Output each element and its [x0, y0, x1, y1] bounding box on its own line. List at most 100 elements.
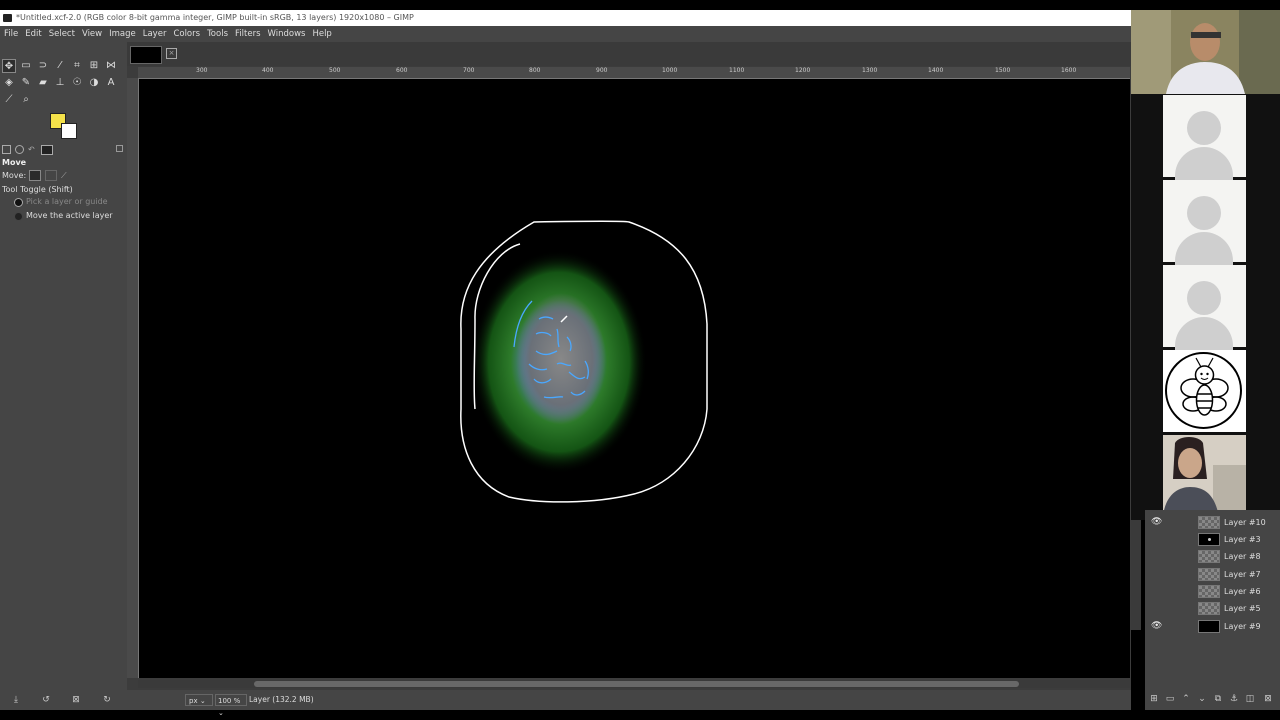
undo-history-tab-icon[interactable]: ↶ — [28, 145, 37, 154]
participant-avatar-tile[interactable] — [1163, 265, 1246, 351]
menu-windows[interactable]: Windows — [264, 26, 309, 42]
menu-edit[interactable]: Edit — [21, 26, 44, 42]
tool-options-tab-icon[interactable] — [2, 145, 11, 154]
layer-thumbnail — [1198, 602, 1220, 615]
move-selection-mode-icon[interactable] — [45, 170, 57, 181]
mask-layer-icon[interactable]: ◫ — [1244, 693, 1256, 705]
restore-tool-preset-icon[interactable]: ↺ — [40, 694, 52, 706]
rect-select-tool-icon[interactable]: ▭ — [19, 59, 33, 73]
layer-thumbnail — [1198, 550, 1220, 563]
layer-name[interactable]: Layer #6 — [1224, 583, 1261, 600]
layer-row[interactable]: Layer #8 — [1145, 548, 1280, 565]
delete-tool-preset-icon[interactable]: ⊠ — [70, 694, 82, 706]
smudge-tool-icon[interactable]: ☉ — [70, 76, 84, 90]
clone-tool-icon[interactable]: ⊥ — [53, 76, 67, 90]
horizontal-scrollbar[interactable] — [138, 680, 1130, 688]
background-color-swatch[interactable] — [61, 123, 77, 139]
image-tab-thumbnail[interactable] — [130, 46, 162, 64]
layer-row[interactable]: Layer #5 — [1145, 600, 1280, 617]
duplicate-layer-icon[interactable]: ⧉ — [1212, 693, 1224, 705]
device-status-tab-icon[interactable] — [15, 145, 24, 154]
title-bar: *Untitled.xcf-2.0 (RGB color 8-bit gamma… — [0, 10, 1131, 26]
zoom-select[interactable]: 100 % ⌄ — [215, 694, 247, 717]
layer-name[interactable]: Layer #9 — [1224, 618, 1261, 635]
layer-row[interactable]: Layer #3 — [1145, 531, 1280, 548]
fuzzy-select-tool-icon[interactable]: ⁄ — [53, 59, 67, 73]
anchor-layer-icon[interactable]: ⚓ — [1228, 693, 1240, 705]
option-move-active-layer-label[interactable]: Move the active layer — [26, 211, 113, 220]
layer-name[interactable]: Layer #5 — [1224, 600, 1261, 617]
participant-avatar-tile[interactable] — [1163, 180, 1246, 266]
eye-icon[interactable]: 👁 — [1151, 621, 1163, 631]
text-tool-icon[interactable]: A — [104, 76, 118, 90]
crop-tool-icon[interactable]: ⌗ — [70, 59, 84, 73]
move-tool-icon[interactable]: ✥ — [2, 59, 16, 73]
lower-layer-icon[interactable]: ⌄ — [1196, 693, 1208, 705]
menu-layer[interactable]: Layer — [139, 26, 170, 42]
participant-image-tile[interactable] — [1163, 350, 1246, 432]
reset-tool-options-icon[interactable]: ↻ — [101, 694, 113, 706]
toolbox-panel — [0, 42, 127, 710]
layer-row[interactable]: Layer #7 — [1145, 566, 1280, 583]
layer-row[interactable]: 👁 Layer #10 — [1145, 514, 1280, 531]
vertical-scrollbar[interactable] — [1131, 520, 1141, 630]
dodge-tool-icon[interactable]: ◑ — [87, 76, 101, 90]
user-avatar-icon — [1187, 196, 1221, 230]
zoom-tool-icon[interactable]: ⌕ — [19, 93, 33, 107]
radio-pick-layer[interactable] — [14, 198, 23, 207]
menu-help[interactable]: Help — [308, 26, 334, 42]
layer-name[interactable]: Layer #3 — [1224, 531, 1261, 548]
move-layer-mode-icon[interactable] — [29, 170, 41, 181]
images-tab-icon[interactable] — [41, 145, 53, 155]
drawing-canvas[interactable] — [139, 79, 1130, 678]
tool-toggle-label: Tool Toggle (Shift) — [2, 185, 73, 194]
menu-view[interactable]: View — [78, 26, 105, 42]
participant-video-tile[interactable] — [1131, 10, 1280, 94]
menu-tools[interactable]: Tools — [203, 26, 231, 42]
move-path-mode-icon[interactable]: ⟋ — [61, 170, 73, 181]
participant-avatar-tile[interactable] — [1163, 95, 1246, 181]
option-pick-layer-label[interactable]: Pick a layer or guide — [26, 197, 108, 206]
raise-layer-icon[interactable]: ⌃ — [1180, 693, 1192, 705]
configure-tab-icon[interactable] — [116, 145, 123, 152]
layer-name[interactable]: Layer #10 — [1224, 514, 1266, 531]
menu-filters[interactable]: Filters — [231, 26, 263, 42]
avatar-body — [1175, 232, 1233, 266]
menu-colors[interactable]: Colors — [169, 26, 203, 42]
unit-select[interactable]: px ⌄ — [185, 694, 213, 706]
eraser-tool-icon[interactable]: ▰ — [36, 76, 50, 90]
chevron-down-icon: ⌄ — [199, 697, 206, 705]
color-picker-tool-icon[interactable]: ⟋ — [2, 93, 16, 107]
paintbrush-tool-icon[interactable]: ✎ — [19, 76, 33, 90]
save-tool-preset-icon[interactable]: ⤓ — [10, 694, 22, 706]
warp-tool-icon[interactable]: ⋈ — [104, 59, 118, 73]
new-layer-icon[interactable]: ⊞ — [1148, 693, 1160, 705]
delete-layer-icon[interactable]: ⊠ — [1262, 693, 1274, 705]
layer-row[interactable]: 👁 Layer #9 — [1145, 618, 1280, 635]
lasso-tool-icon[interactable]: ⊃ — [36, 59, 50, 73]
close-tab-icon[interactable]: × — [166, 48, 177, 59]
transform-tool-icon[interactable]: ⊞ — [87, 59, 101, 73]
participant-video-tile[interactable] — [1163, 435, 1246, 517]
layer-thumbnail — [1198, 585, 1220, 598]
ruler-label: 1300 — [862, 67, 878, 74]
bee-icon — [1180, 357, 1229, 416]
menu-image[interactable]: Image — [105, 26, 139, 42]
ruler-label: 1400 — [928, 67, 944, 74]
layer-thumbnail — [1198, 516, 1220, 529]
layers-panel: 👁 Layer #10 Layer #3 Layer #8 Layer #7 L… — [1145, 510, 1280, 710]
menu-file[interactable]: File — [0, 26, 21, 42]
menu-bar: File Edit Select View Image Layer Colors Tools F… — [0, 26, 1131, 42]
ruler-label: 1500 — [995, 67, 1011, 74]
layer-row[interactable]: Layer #6 — [1145, 583, 1280, 600]
bucket-fill-tool-icon[interactable]: ◈ — [2, 76, 16, 90]
new-group-icon[interactable]: ▭ — [1164, 693, 1176, 705]
menu-select[interactable]: Select — [45, 26, 78, 42]
ruler-label: 300 — [196, 67, 208, 74]
eye-icon[interactable]: 👁 — [1151, 517, 1163, 527]
radio-move-active-layer[interactable] — [14, 212, 23, 221]
layer-name[interactable]: Layer #7 — [1224, 566, 1261, 583]
scrollbar-thumb[interactable] — [254, 681, 1019, 687]
layer-name[interactable]: Layer #8 — [1224, 548, 1261, 565]
vertical-ruler — [127, 78, 139, 678]
